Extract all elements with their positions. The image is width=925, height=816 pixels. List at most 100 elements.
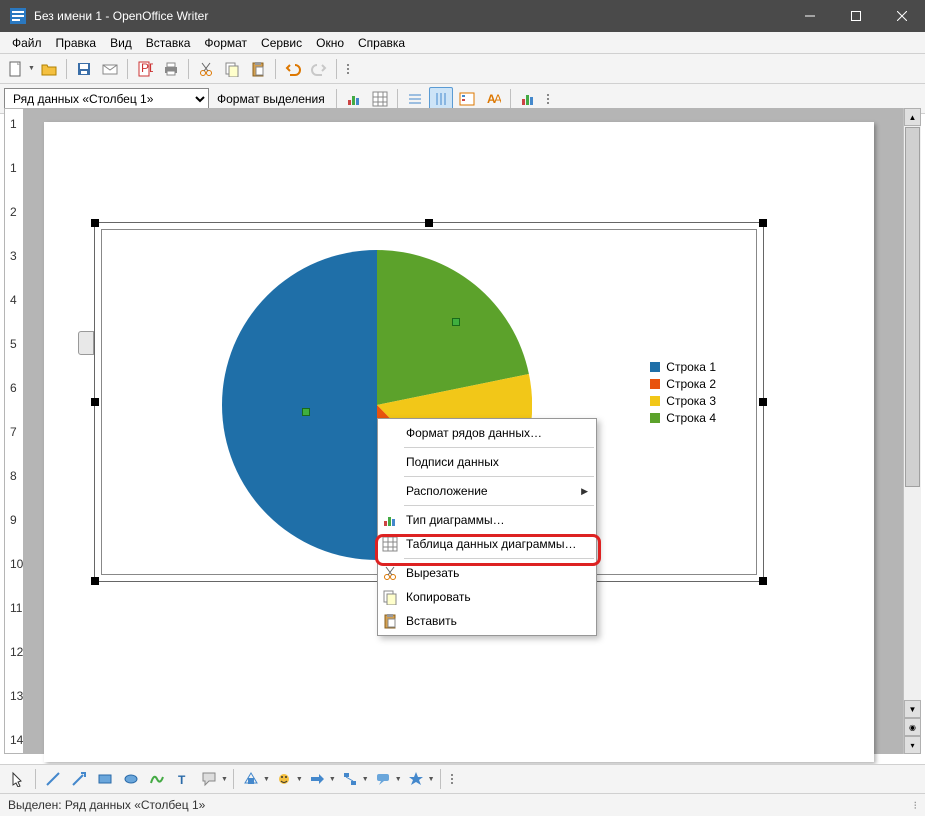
menu-view[interactable]: Вид	[104, 34, 138, 52]
open-button[interactable]	[37, 57, 61, 81]
toolbar2-overflow[interactable]	[542, 87, 554, 111]
vertical-ruler[interactable]: 11234567891011121314	[4, 108, 24, 754]
symbol-shapes-tool[interactable]	[272, 767, 296, 791]
resize-handle[interactable]	[91, 577, 99, 585]
save-button[interactable]	[72, 57, 96, 81]
status-text: Выделен: Ряд данных «Столбец 1»	[8, 798, 205, 812]
arrow-tool[interactable]	[67, 767, 91, 791]
new-dropdown[interactable]: ▼	[28, 65, 35, 72]
ctx-arrangement[interactable]: Расположение▶	[378, 479, 596, 503]
menu-format[interactable]: Формат	[198, 34, 253, 52]
ctx-format-data-series[interactable]: Формат рядов данных…	[378, 421, 596, 445]
new-button[interactable]	[4, 57, 28, 81]
basic-shapes-tool[interactable]	[239, 767, 263, 791]
drawing-toolbar: T ▼ ▼ ▼ ▼ ▼ ▼ ▼	[0, 764, 925, 794]
legend-item-row1[interactable]: Строка 1	[650, 360, 716, 374]
series-selection-handle[interactable]	[452, 318, 460, 326]
drawing-overflow[interactable]	[446, 767, 458, 791]
format-selection-label[interactable]: Формат выделения	[217, 92, 325, 106]
scroll-down-button[interactable]: ▼	[904, 700, 921, 718]
svg-text:PDF: PDF	[141, 61, 153, 75]
print-button[interactable]	[159, 57, 183, 81]
toolbar-overflow[interactable]	[342, 57, 354, 81]
pie-slice-row1[interactable]	[222, 250, 377, 560]
window-title: Без имени 1 - OpenOffice Writer	[34, 9, 787, 23]
chart-legend[interactable]: Строка 1 Строка 2 Строка 3 Строка 4	[650, 360, 716, 428]
resize-handle[interactable]	[759, 219, 767, 227]
scroll-up-button[interactable]: ▲	[904, 108, 921, 126]
next-page-button[interactable]: ▾	[904, 736, 921, 754]
freeform-tool[interactable]	[145, 767, 169, 791]
status-bar: Выделен: Ряд данных «Столбец 1» ⁝	[0, 794, 925, 816]
menu-file[interactable]: Файл	[6, 34, 48, 52]
undo-button[interactable]	[281, 57, 305, 81]
resize-handle[interactable]	[759, 577, 767, 585]
legend-item-row3[interactable]: Строка 3	[650, 394, 716, 408]
menu-edit[interactable]: Правка	[50, 34, 103, 52]
redo-button[interactable]	[307, 57, 331, 81]
resize-grip[interactable]: ⁝	[914, 799, 918, 812]
menu-tools[interactable]: Сервис	[255, 34, 308, 52]
menu-window[interactable]: Окно	[310, 34, 350, 52]
legend-item-row2[interactable]: Строка 2	[650, 377, 716, 391]
legend-swatch	[650, 413, 660, 423]
ellipse-tool[interactable]	[119, 767, 143, 791]
rectangle-tool[interactable]	[93, 767, 117, 791]
menu-bar: Файл Правка Вид Вставка Формат Сервис Ок…	[0, 32, 925, 54]
series-selection-handle[interactable]	[302, 408, 310, 416]
ctx-cut[interactable]: Вырезать	[378, 561, 596, 585]
data-range-button[interactable]	[368, 87, 392, 111]
close-button[interactable]	[879, 0, 925, 32]
ctx-data-labels[interactable]: Подписи данных	[378, 450, 596, 474]
copy-button[interactable]	[220, 57, 244, 81]
callout-tool[interactable]	[197, 767, 221, 791]
ctx-copy[interactable]: Копировать	[378, 585, 596, 609]
email-button[interactable]	[98, 57, 122, 81]
paste-button[interactable]	[246, 57, 270, 81]
grid-v-button[interactable]	[429, 87, 453, 111]
minimize-button[interactable]	[787, 0, 833, 32]
text-tool[interactable]: T	[171, 767, 195, 791]
standard-toolbar: ▼ PDF	[0, 54, 925, 84]
chart-type-icon	[378, 512, 402, 528]
stars-tool[interactable]	[404, 767, 428, 791]
svg-text:A: A	[494, 92, 501, 106]
legend-swatch	[650, 379, 660, 389]
select-tool[interactable]	[6, 767, 30, 791]
grid-h-button[interactable]	[403, 87, 427, 111]
vertical-scrollbar[interactable]: ▲ ▼ ◉ ▾	[903, 108, 921, 754]
resize-handle[interactable]	[91, 398, 99, 406]
menu-insert[interactable]: Вставка	[140, 34, 197, 52]
flowchart-tool[interactable]	[338, 767, 362, 791]
export-pdf-button[interactable]: PDF	[133, 57, 157, 81]
cut-icon	[378, 565, 402, 581]
table-icon	[378, 536, 402, 552]
chart-layout-button[interactable]	[516, 87, 540, 111]
block-arrows-tool[interactable]	[305, 767, 329, 791]
chart-side-tab[interactable]	[78, 331, 94, 355]
resize-handle[interactable]	[759, 398, 767, 406]
ctx-paste[interactable]: Вставить	[378, 609, 596, 633]
line-tool[interactable]	[41, 767, 65, 791]
resize-handle[interactable]	[91, 219, 99, 227]
ctx-chart-type[interactable]: Тип диаграммы…	[378, 508, 596, 532]
legend-button[interactable]	[455, 87, 479, 111]
app-icon	[10, 8, 26, 24]
chart-type-button[interactable]	[342, 87, 366, 111]
data-series-select[interactable]: Ряд данных «Столбец 1»	[4, 88, 209, 110]
prev-page-button[interactable]: ◉	[904, 718, 921, 736]
context-menu: Формат рядов данных… Подписи данных Расп…	[377, 418, 597, 636]
legend-swatch	[650, 362, 660, 372]
scale-text-button[interactable]: AA	[481, 87, 505, 111]
legend-swatch	[650, 396, 660, 406]
menu-help[interactable]: Справка	[352, 34, 411, 52]
maximize-button[interactable]	[833, 0, 879, 32]
callouts-tool[interactable]	[371, 767, 395, 791]
scroll-thumb[interactable]	[905, 127, 920, 487]
resize-handle[interactable]	[425, 219, 433, 227]
legend-item-row4[interactable]: Строка 4	[650, 411, 716, 425]
svg-text:T: T	[178, 773, 186, 787]
paste-icon	[378, 613, 402, 629]
cut-button[interactable]	[194, 57, 218, 81]
ctx-chart-data-table[interactable]: Таблица данных диаграммы…	[378, 532, 596, 556]
